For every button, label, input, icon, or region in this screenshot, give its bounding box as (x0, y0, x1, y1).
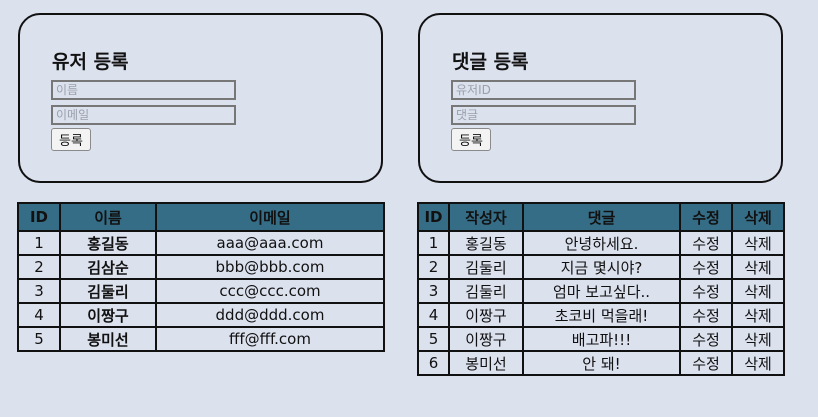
table-row: 4 이짱구 ddd@ddd.com (17, 302, 385, 328)
table-row: 2 김삼순 bbb@bbb.com (17, 254, 385, 280)
user-id-cell: 5 (17, 326, 61, 352)
users-header-id: ID (17, 202, 61, 232)
user-name-cell: 홍길동 (59, 230, 157, 256)
table-row: 3 김둘리 엄마 보고싶다.. 수정 삭제 (417, 278, 785, 304)
comment-text-cell: 배고파!!! (522, 326, 681, 352)
comment-author-cell: 봉미선 (448, 350, 524, 376)
user-id-cell: 4 (17, 302, 61, 328)
comment-register-card: 댓글 등록 등록 (418, 13, 783, 183)
user-email-cell: ddd@ddd.com (155, 302, 385, 328)
user-name-input[interactable] (51, 80, 236, 100)
comment-text-input[interactable] (451, 105, 636, 125)
comment-author-cell: 김둘리 (448, 254, 524, 280)
user-id-cell: 3 (17, 278, 61, 304)
comment-id-cell: 6 (417, 350, 450, 376)
comment-author-cell: 이짱구 (448, 326, 524, 352)
comment-delete-cell[interactable]: 삭제 (731, 278, 785, 304)
users-header-email: 이메일 (155, 202, 385, 232)
comment-edit-cell[interactable]: 수정 (679, 230, 733, 256)
comment-edit-cell[interactable]: 수정 (679, 350, 733, 376)
comment-userid-input[interactable] (451, 80, 636, 100)
user-name-cell: 김삼순 (59, 254, 157, 280)
user-name-cell: 김둘리 (59, 278, 157, 304)
comments-table: ID 작성자 댓글 수정 삭제 1 홍길동 안녕하세요. 수정 삭제 2 김둘리… (417, 202, 785, 376)
comment-id-cell: 5 (417, 326, 450, 352)
table-row: 1 홍길동 안녕하세요. 수정 삭제 (417, 230, 785, 256)
comment-text-cell: 안녕하세요. (522, 230, 681, 256)
comments-header-edit: 수정 (679, 202, 733, 232)
user-register-card: 유저 등록 등록 (18, 13, 383, 183)
comment-id-cell: 2 (417, 254, 450, 280)
comment-delete-cell[interactable]: 삭제 (731, 350, 785, 376)
comments-header-delete: 삭제 (731, 202, 785, 232)
comments-header-author: 작성자 (448, 202, 524, 232)
user-email-input[interactable] (51, 105, 236, 125)
comment-register-button[interactable]: 등록 (451, 128, 491, 151)
comment-text-cell: 지금 몇시야? (522, 254, 681, 280)
users-header-name: 이름 (59, 202, 157, 232)
comment-delete-cell[interactable]: 삭제 (731, 302, 785, 328)
comment-author-cell: 이짱구 (448, 302, 524, 328)
user-id-cell: 2 (17, 254, 61, 280)
table-row: 5 봉미선 fff@fff.com (17, 326, 385, 352)
table-row: 4 이짱구 초코비 먹을래! 수정 삭제 (417, 302, 785, 328)
comments-header-id: ID (417, 202, 450, 232)
table-row: 3 김둘리 ccc@ccc.com (17, 278, 385, 304)
user-register-title: 유저 등록 (52, 51, 129, 73)
user-email-cell: aaa@aaa.com (155, 230, 385, 256)
user-email-cell: bbb@bbb.com (155, 254, 385, 280)
comment-delete-cell[interactable]: 삭제 (731, 326, 785, 352)
table-row: 5 이짱구 배고파!!! 수정 삭제 (417, 326, 785, 352)
user-id-cell: 1 (17, 230, 61, 256)
comment-register-title: 댓글 등록 (452, 51, 529, 73)
user-name-cell: 이짱구 (59, 302, 157, 328)
user-email-cell: fff@fff.com (155, 326, 385, 352)
users-table-header: ID 이름 이메일 (17, 202, 385, 232)
comment-id-cell: 4 (417, 302, 450, 328)
table-row: 6 봉미선 안 돼! 수정 삭제 (417, 350, 785, 376)
comment-author-cell: 홍길동 (448, 230, 524, 256)
comment-text-cell: 안 돼! (522, 350, 681, 376)
comment-text-cell: 엄마 보고싶다.. (522, 278, 681, 304)
comment-author-cell: 김둘리 (448, 278, 524, 304)
comment-text-cell: 초코비 먹을래! (522, 302, 681, 328)
user-register-button[interactable]: 등록 (51, 128, 91, 151)
comment-id-cell: 1 (417, 230, 450, 256)
comments-header-comment: 댓글 (522, 202, 681, 232)
comment-edit-cell[interactable]: 수정 (679, 254, 733, 280)
comment-edit-cell[interactable]: 수정 (679, 278, 733, 304)
comments-table-header: ID 작성자 댓글 수정 삭제 (417, 202, 785, 232)
comment-delete-cell[interactable]: 삭제 (731, 230, 785, 256)
user-name-cell: 봉미선 (59, 326, 157, 352)
comment-edit-cell[interactable]: 수정 (679, 326, 733, 352)
users-table: ID 이름 이메일 1 홍길동 aaa@aaa.com 2 김삼순 bbb@bb… (17, 202, 385, 352)
table-row: 1 홍길동 aaa@aaa.com (17, 230, 385, 256)
comment-id-cell: 3 (417, 278, 450, 304)
table-row: 2 김둘리 지금 몇시야? 수정 삭제 (417, 254, 785, 280)
user-email-cell: ccc@ccc.com (155, 278, 385, 304)
comment-delete-cell[interactable]: 삭제 (731, 254, 785, 280)
comment-edit-cell[interactable]: 수정 (679, 302, 733, 328)
